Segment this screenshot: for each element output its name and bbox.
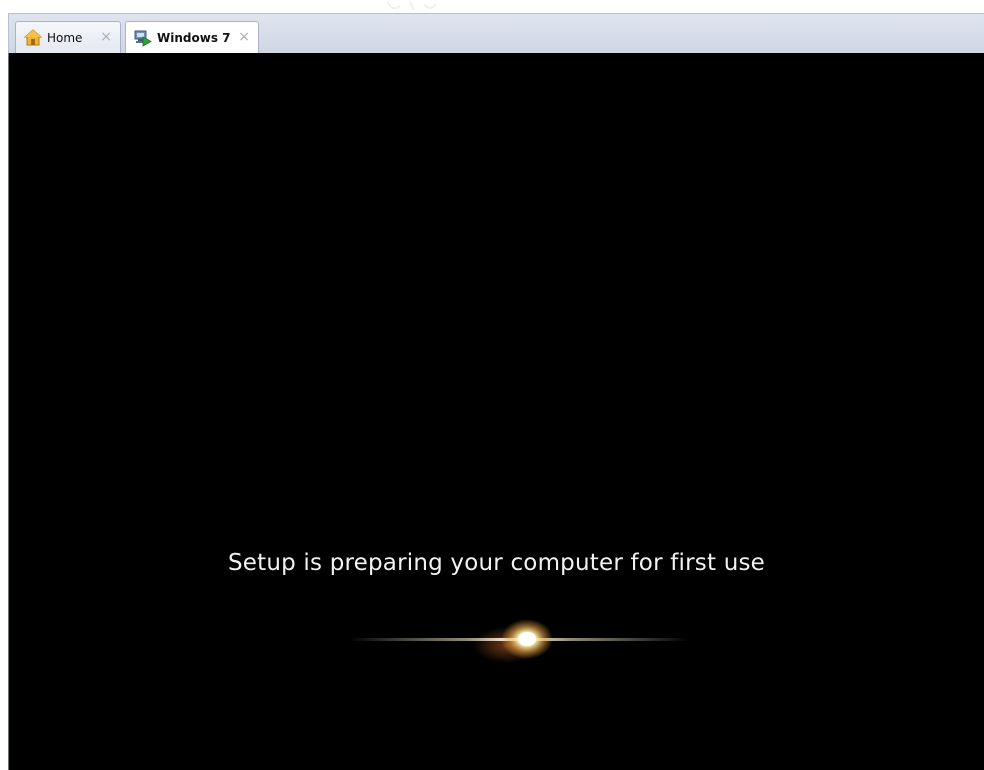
close-icon[interactable]: × — [100, 29, 112, 45]
tab-bar: Home × Windows 7 × — [8, 13, 984, 54]
tab-home-label: Home — [47, 30, 83, 45]
setup-status-message: Setup is preparing your computer for fir… — [227, 550, 766, 576]
watermark-mark — [387, 1, 437, 11]
home-icon — [24, 28, 42, 45]
vm-console-screen[interactable]: Setup is preparing your computer for fir… — [8, 53, 984, 770]
vm-running-icon — [134, 30, 152, 47]
vmware-window: Home × Windows 7 × Setup is preparing yo… — [0, 0, 984, 770]
windows-loading-glow — [349, 619, 689, 663]
close-icon[interactable]: × — [238, 29, 250, 45]
tab-windows-7[interactable]: Windows 7 × — [125, 21, 259, 54]
tab-home[interactable]: Home × — [15, 21, 121, 53]
tab-windows-7-label: Windows 7 — [157, 31, 231, 45]
